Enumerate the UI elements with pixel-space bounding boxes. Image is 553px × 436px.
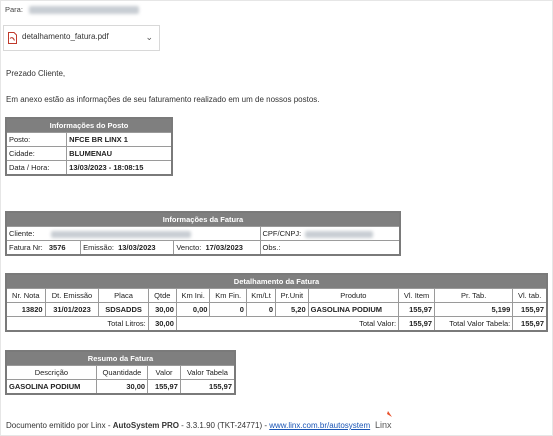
detalhamento-header-row: Nr. Nota Dt. Emissão Placa Qtde Km Ini. … — [5, 288, 548, 303]
attachment-filename[interactable]: detalhamento_fatura.pdf — [22, 32, 109, 41]
col-header: Km Fin. — [209, 288, 247, 303]
footer-prefix: Documento emitido por Linx - — [6, 421, 113, 430]
total-valor-value: 155,97 — [398, 316, 436, 332]
posto-label: Posto: — [5, 132, 68, 147]
vencto-cell: Vencto: 17/03/2023 — [173, 240, 261, 256]
col-header: Nr. Nota — [5, 288, 46, 303]
linx-logo-icon: Linx — [375, 411, 392, 430]
attachment-chip[interactable]: detalhamento_fatura.pdf ⌄ — [3, 25, 160, 51]
svg-text:Linx: Linx — [375, 420, 392, 430]
vencto-label: Vencto: — [176, 243, 202, 252]
posto-value: NFCE BR LINX 1 — [66, 132, 173, 147]
col-header: Placa — [98, 288, 149, 303]
footer-product: AutoSystem PRO — [112, 421, 179, 430]
posto-table: Informações do Posto Posto: NFCE BR LINX… — [5, 117, 173, 176]
col-header: Quantidade — [95, 365, 149, 380]
resumo-title: Resumo da Fatura — [5, 350, 236, 366]
total-litros-value: 30,00 — [147, 316, 177, 332]
footer-text: Documento emitido por Linx - AutoSystem … — [6, 421, 370, 430]
resumo-table: Resumo da Fatura Descrição Quantidade Va… — [5, 350, 236, 395]
col-header: Dt. Emissão — [44, 288, 100, 303]
vencto-value: 17/03/2023 — [205, 243, 243, 252]
col-header: Km/Lt — [245, 288, 277, 303]
footer-link[interactable]: www.linx.com.br/autosystem — [269, 421, 370, 430]
cell-km-fin: 0 — [209, 302, 247, 317]
col-header: Pr. Tab. — [434, 288, 514, 303]
total-litros-label: Total Litros: — [5, 316, 149, 332]
datahora-value: 13/03/2023 - 18:08:15 — [66, 160, 173, 176]
greeting: Prezado Cliente, — [6, 69, 66, 78]
cell-qtde: 30,00 — [147, 302, 177, 317]
cell-quantidade: 30,00 — [95, 379, 149, 395]
fatura-table: Informações da Fatura Cliente: CPF/CNPJ:… — [5, 211, 401, 256]
cell-pr-unit: 5,20 — [275, 302, 309, 317]
fatura-nr-cell: Fatura Nr: 3576 — [5, 240, 82, 256]
cpf-label: CPF/CNPJ: — [262, 229, 302, 238]
col-header: Descrição — [5, 365, 97, 380]
obs-label: Obs.: — [262, 243, 281, 252]
cell-valor-tabela: 155,97 — [179, 379, 236, 395]
cell-vl-item: 155,97 — [398, 302, 436, 317]
total-tabela-label: Total Valor Tabela: — [434, 316, 514, 332]
recipient-row: Para: — [5, 5, 140, 15]
fatura-nr-label: Fatura Nr: — [9, 243, 43, 252]
col-header: Vl. tab. — [512, 288, 548, 303]
cell-km-lt: 0 — [245, 302, 277, 317]
recipient-redacted — [29, 6, 140, 15]
posto-title: Informações do Posto — [5, 117, 173, 133]
col-header: Valor — [147, 365, 181, 380]
to-label: Para: — [5, 5, 23, 14]
col-header: Vl. Item — [398, 288, 436, 303]
chevron-down-icon[interactable]: ⌄ — [145, 32, 153, 43]
emissao-label: Emissão: — [83, 243, 114, 252]
cell-descricao: GASOLINA PODIUM — [5, 379, 97, 395]
cidade-value: BLUMENAU — [66, 146, 173, 161]
cell-placa: SDSADDS — [98, 302, 149, 317]
cidade-label: Cidade: — [5, 146, 68, 161]
cliente-redacted — [50, 230, 191, 238]
col-header: Km Ini. — [175, 288, 211, 303]
cell-pr-tab: 5,199 — [434, 302, 514, 317]
intro-text: Em anexo estão as informações de seu fat… — [6, 95, 320, 104]
col-header: Pr.Unit — [275, 288, 309, 303]
table-row: GASOLINA PODIUM 30,00 155,97 155,97 — [5, 379, 236, 395]
datahora-label: Data / Hora: — [5, 160, 68, 176]
cell-nr-nota: 13820 — [5, 302, 46, 317]
cpf-redacted — [305, 230, 374, 238]
col-header: Produto — [307, 288, 400, 303]
totals-row: Total Litros: 30,00 Total Valor: 155,97 … — [5, 316, 548, 332]
col-header: Valor Tabela — [179, 365, 236, 380]
emissao-cell: Emissão: 13/03/2023 — [80, 240, 175, 256]
emissao-value: 13/03/2023 — [118, 243, 156, 252]
obs-cell: Obs.: — [259, 240, 401, 256]
fatura-nr-value: 3576 — [48, 243, 66, 252]
cell-vl-tab: 155,97 — [512, 302, 548, 317]
cell-dt-emissao: 31/01/2023 — [44, 302, 100, 317]
col-header: Qtde — [147, 288, 177, 303]
cpf-cell: CPF/CNPJ: — [259, 226, 401, 241]
detalhamento-title: Detalhamento da Fatura — [5, 273, 548, 289]
detalhamento-table: Detalhamento da Fatura Nr. Nota Dt. Emis… — [5, 273, 548, 332]
fatura-title: Informações da Fatura — [5, 211, 401, 227]
cell-produto: GASOLINA PODIUM — [307, 302, 400, 317]
cliente-label: Cliente: — [9, 229, 35, 238]
resumo-header-row: Descrição Quantidade Valor Valor Tabela — [5, 365, 236, 380]
pdf-file-icon — [8, 32, 17, 44]
total-tabela-value: 155,97 — [512, 316, 548, 332]
cell-km-ini: 0,00 — [175, 302, 211, 317]
total-valor-label: Total Valor: — [175, 316, 400, 332]
table-row: 13820 31/01/2023 SDSADDS 30,00 0,00 0 0 … — [5, 302, 548, 317]
cliente-cell: Cliente: — [5, 226, 261, 241]
cell-valor: 155,97 — [147, 379, 181, 395]
footer-version: - 3.3.1.90 (TKT-24771) - — [178, 421, 270, 430]
